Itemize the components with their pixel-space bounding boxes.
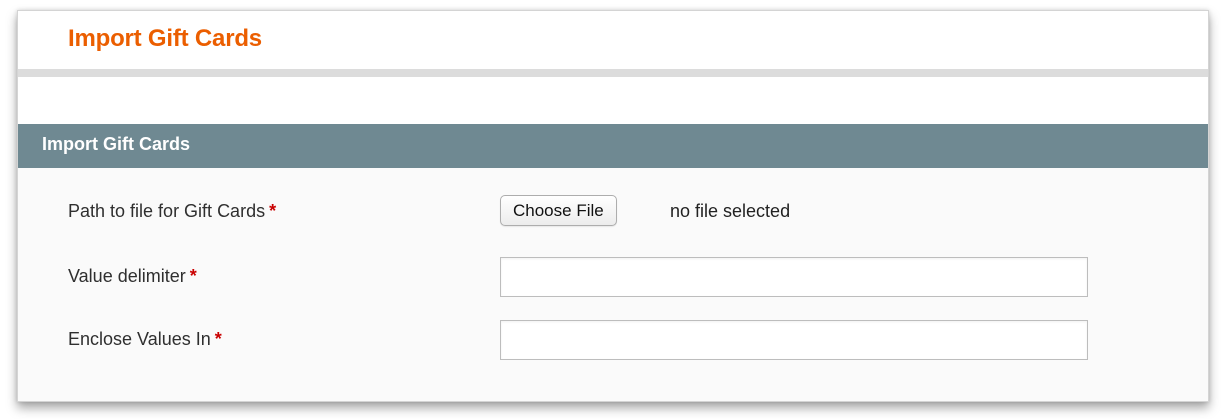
page-title: Import Gift Cards bbox=[68, 25, 262, 52]
form-body: Path to file for Gift Cards * Choose File… bbox=[18, 168, 1208, 401]
file-field-label-text: Path to file for Gift Cards bbox=[68, 201, 266, 221]
enclosure-field-label-text: Enclose Values In bbox=[68, 329, 211, 349]
section-header: Import Gift Cards bbox=[18, 124, 1208, 168]
required-marker: * bbox=[269, 201, 277, 221]
enclosure-field-label: Enclose Values In * bbox=[68, 329, 222, 350]
file-field-label: Path to file for Gift Cards * bbox=[68, 201, 276, 222]
section-title: Import Gift Cards bbox=[42, 134, 191, 154]
enclosure-row: Enclose Values In * bbox=[18, 320, 1208, 360]
enclose-values-input[interactable] bbox=[500, 320, 1088, 360]
delimiter-field-label: Value delimiter * bbox=[68, 266, 197, 287]
delimiter-field-label-text: Value delimiter bbox=[68, 266, 186, 286]
delimiter-row: Value delimiter * bbox=[18, 257, 1208, 297]
value-delimiter-input[interactable] bbox=[500, 257, 1088, 297]
file-row: Path to file for Gift Cards * Choose File… bbox=[18, 195, 1208, 235]
choose-file-button[interactable]: Choose File bbox=[500, 195, 617, 226]
page-header: Import Gift Cards bbox=[18, 11, 1208, 77]
header-spacer bbox=[18, 77, 1208, 124]
file-status-text: no file selected bbox=[670, 201, 791, 221]
required-marker: * bbox=[189, 266, 197, 286]
import-panel: Import Gift Cards Import Gift Cards Path… bbox=[17, 10, 1209, 402]
required-marker: * bbox=[214, 329, 222, 349]
